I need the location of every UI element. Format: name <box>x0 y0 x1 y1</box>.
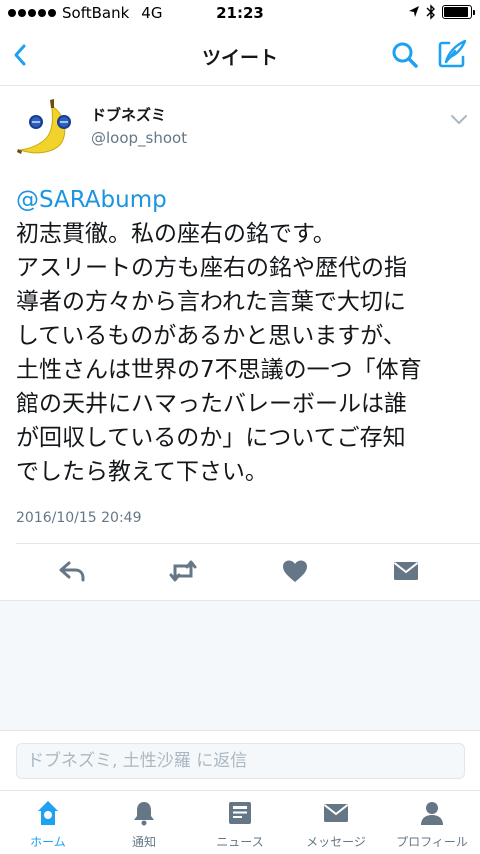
news-icon <box>229 802 251 824</box>
tweet-line: でしたら教えて下さい。 <box>16 459 268 485</box>
nav-bar: ツイート <box>0 26 480 86</box>
bluetooth-icon <box>426 4 435 20</box>
tweet-line: しているものがあるかと思いますが、 <box>16 323 406 349</box>
retweet-icon[interactable] <box>168 557 198 585</box>
status-bar: SoftBank 4G 21:23 <box>0 0 480 26</box>
mention-link[interactable]: @SARAbump <box>16 183 471 217</box>
reply-icon[interactable] <box>58 557 88 585</box>
tab-label: 通知 <box>131 835 156 849</box>
battery-level <box>444 7 468 17</box>
tweet-text: @SARAbump 初志貫徹。私の座右の銘です。 アスリートの方も座右の銘や歴代… <box>16 183 471 489</box>
envelope-icon[interactable] <box>391 557 421 585</box>
tab-notifications[interactable]: 通知 <box>96 791 192 854</box>
location-arrow-icon <box>409 6 419 17</box>
replies-area <box>0 600 480 730</box>
bell-icon <box>134 802 154 826</box>
tab-profile[interactable]: プロフィール <box>384 791 480 854</box>
display-name[interactable]: ドブネズミ <box>91 104 166 125</box>
status-right <box>408 4 475 20</box>
tweet-line: 導者の方々から言われた言葉で大切に <box>16 289 406 315</box>
divider <box>16 543 480 544</box>
tweet-line: 館の天井にハマったバレーボールは誰 <box>16 391 407 417</box>
tab-messages[interactable]: メッセージ <box>288 791 384 854</box>
tab-news[interactable]: ニュース <box>192 791 288 854</box>
tweet-line: 初志貫徹。私の座右の銘です。 <box>16 221 336 247</box>
tab-bar: ホーム 通知 ニュース メッセージ プロフィール <box>0 790 480 854</box>
tab-label: ホーム <box>30 835 66 849</box>
heart-icon[interactable] <box>280 557 310 585</box>
reply-bar <box>0 730 480 790</box>
reply-input[interactable] <box>16 743 465 779</box>
chevron-down-icon[interactable] <box>448 110 470 128</box>
tab-home[interactable]: ホーム <box>0 791 96 854</box>
person-icon <box>421 802 443 825</box>
tweet-line: が回収しているのか」についてご存知 <box>16 425 406 451</box>
compose-icon[interactable] <box>436 38 468 70</box>
tab-label: プロフィール <box>396 835 468 849</box>
home-icon <box>38 801 58 825</box>
search-icon[interactable] <box>390 40 420 70</box>
tab-label: メッセージ <box>306 835 366 849</box>
username[interactable]: @loop_shoot <box>91 129 187 147</box>
tweet-line: 土性さんは世界の7不思議の一つ「体育 <box>16 357 422 383</box>
tweet-line: アスリートの方も座右の銘や歴代の指 <box>16 255 407 281</box>
envelope-icon <box>323 804 349 822</box>
tweet-timestamp: 2016/10/15 20:49 <box>16 510 142 526</box>
battery-icon <box>442 5 475 19</box>
avatar[interactable] <box>12 96 80 158</box>
tab-label: ニュース <box>216 835 264 849</box>
